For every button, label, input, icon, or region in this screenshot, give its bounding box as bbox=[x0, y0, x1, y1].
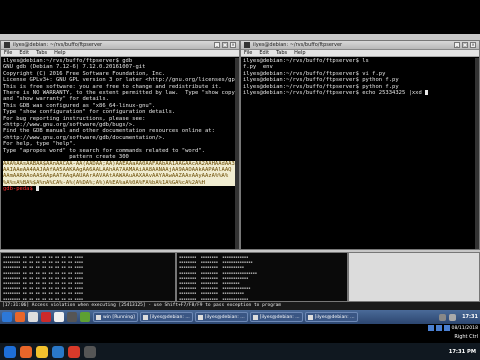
menu-file[interactable]: File bbox=[244, 50, 252, 56]
window-icon bbox=[307, 314, 313, 320]
editor-icon[interactable] bbox=[80, 312, 90, 322]
app-icon[interactable] bbox=[84, 345, 96, 358]
debugger-status-bar: [17:31:06] Access violation when executi… bbox=[0, 302, 480, 310]
stack-lines: ▪▪▪▪▪▪▪▪ ▪▪▪▪▪▪▪▪ ▪▪▪▪▪▪▪▪▪▪▪▪ ▪▪▪▪▪▪▪▪ … bbox=[179, 255, 257, 301]
network-icon[interactable] bbox=[439, 313, 447, 321]
menu-tabs[interactable]: Tabs bbox=[36, 50, 47, 56]
system-tray: 17:31 bbox=[439, 313, 478, 321]
vm-disk-icon bbox=[427, 325, 434, 331]
terminal-icon bbox=[4, 42, 10, 48]
minimize-button[interactable]: _ bbox=[214, 42, 220, 48]
vm-network-icon bbox=[435, 325, 442, 331]
terminal-left[interactable]: ilyes@debian: ~/rvs/buffo/ftpserver _ □ … bbox=[0, 40, 240, 250]
terminal-scrollbar[interactable] bbox=[235, 58, 239, 249]
host-key-label: Right Ctrl bbox=[454, 334, 478, 340]
windows-start-icon[interactable] bbox=[4, 345, 16, 358]
window-title: ilyes@debian: ~/rvs/buffo/ftpserver bbox=[253, 42, 343, 48]
app-icon[interactable] bbox=[41, 312, 51, 322]
menu-bar: File Edit Tabs Help bbox=[1, 50, 239, 57]
vm-status-tray: 08/11/2018 bbox=[427, 325, 478, 331]
taskbar-item[interactable]: [ilyes@debian: ... bbox=[139, 312, 193, 322]
app-icon[interactable] bbox=[68, 345, 80, 358]
window-title: ilyes@debian: ~/rvs/buffo/ftpserver bbox=[13, 42, 103, 48]
menu-edit[interactable]: Edit bbox=[259, 50, 269, 56]
menu-bar: File Edit Tabs Help bbox=[241, 50, 479, 57]
taskbar-item[interactable]: [ilyes@debian: ... bbox=[249, 312, 303, 322]
text-cursor bbox=[425, 90, 429, 96]
terminal-command: ilyes@debian:~/rvs/buffo/ftpserver$ echo… bbox=[243, 90, 426, 97]
maximize-button[interactable]: □ bbox=[462, 42, 468, 48]
vm-screen: ilyes@debian: ~/rvs/buffo/ftpserver _ □ … bbox=[0, 34, 480, 324]
vm-usb-icon bbox=[443, 325, 450, 331]
terminal-icon bbox=[244, 42, 250, 48]
taskbar-item[interactable]: win [Running] bbox=[93, 312, 138, 322]
debugger-stack-panel[interactable]: ▪▪▪▪▪▪▪▪ ▪▪▪▪▪▪▪▪ ▪▪▪▪▪▪▪▪▪▪▪▪ ▪▪▪▪▪▪▪▪ … bbox=[176, 252, 348, 302]
settings-icon[interactable] bbox=[54, 312, 64, 322]
terminal-line: License GPLv3+: GNU GPL version 3 or lat… bbox=[3, 77, 239, 84]
terminal-line[interactable]: ilyes@debian:~/rvs/buffo/ftpserver$ echo… bbox=[243, 90, 477, 96]
terminal-launcher-icon[interactable] bbox=[67, 312, 77, 322]
menu-tabs[interactable]: Tabs bbox=[276, 50, 287, 56]
window-icon bbox=[197, 314, 203, 320]
vm-taskbar: win [Running] [ilyes@debian: ... [ilyes@… bbox=[0, 310, 480, 324]
files-icon[interactable] bbox=[28, 312, 38, 322]
debugger-empty-panel[interactable] bbox=[348, 252, 480, 302]
menu-file[interactable]: File bbox=[4, 50, 12, 56]
terminal-right[interactable]: ilyes@debian: ~/rvs/buffo/ftpserver _ □ … bbox=[240, 40, 480, 250]
volume-icon[interactable] bbox=[449, 313, 457, 321]
gdb-prompt: gdb-peda$ bbox=[3, 186, 37, 193]
firefox-icon[interactable] bbox=[20, 345, 32, 358]
gdb-prompt-line[interactable]: gdb-peda$ bbox=[3, 186, 237, 192]
terminal-scrollbar[interactable] bbox=[475, 58, 479, 249]
window-icon bbox=[252, 314, 258, 320]
window-icon bbox=[96, 314, 101, 320]
letterbox-top bbox=[0, 0, 480, 34]
folder-icon[interactable] bbox=[36, 345, 48, 358]
disassembly-lines: ▪▪▪▪▪▪▪▪ ▪▪ ▪▪ ▪▪ ▪▪ ▪▪ ▪▪ ▪▪ ▪▪ ▪▪▪▪ ▪▪… bbox=[3, 255, 84, 301]
maximize-button[interactable]: □ bbox=[222, 42, 228, 48]
terminal-right-titlebar[interactable]: ilyes@debian: ~/rvs/buffo/ftpserver _ □ … bbox=[241, 41, 479, 50]
taskbar-item[interactable]: [ilyes@debian: ... bbox=[304, 312, 358, 322]
payload-line: AAA%AAsAABAA$AAnAACAA-AA(AADAA;AA)AAEAAa… bbox=[3, 160, 237, 167]
firefox-icon[interactable] bbox=[15, 312, 25, 322]
host-taskbar: 17:31 PM bbox=[0, 343, 480, 360]
close-button[interactable]: × bbox=[230, 42, 236, 48]
virtualbox-icon[interactable] bbox=[52, 345, 64, 358]
start-menu-icon[interactable] bbox=[2, 312, 12, 322]
menu-help[interactable]: Help bbox=[54, 50, 65, 56]
text-cursor bbox=[36, 186, 40, 192]
menu-help[interactable]: Help bbox=[294, 50, 305, 56]
host-clock[interactable]: 17:31 PM bbox=[449, 349, 476, 355]
terminal-line: Find the GDB manual and other documentat… bbox=[3, 128, 215, 135]
close-button[interactable]: × bbox=[470, 42, 476, 48]
taskbar-clock[interactable]: 17:31 bbox=[462, 314, 478, 320]
menu-edit[interactable]: Edit bbox=[19, 50, 29, 56]
taskbar-item[interactable]: [ilyes@debian: ... bbox=[194, 312, 248, 322]
window-icon bbox=[142, 314, 148, 320]
debugger-disassembly-panel[interactable]: ▪▪▪▪▪▪▪▪ ▪▪ ▪▪ ▪▪ ▪▪ ▪▪ ▪▪ ▪▪ ▪▪ ▪▪▪▪ ▪▪… bbox=[0, 252, 176, 302]
terminal-left-titlebar[interactable]: ilyes@debian: ~/rvs/buffo/ftpserver _ □ … bbox=[1, 41, 239, 50]
letterbox-bottom: 08/11/2018 Right Ctrl 17:31 PM bbox=[0, 324, 480, 360]
minimize-button[interactable]: _ bbox=[454, 42, 460, 48]
payload-line: AAmAARAAoAASAApAATAAqAAUAArAAVAAtAAWAAuA… bbox=[3, 173, 237, 180]
terminal-output[interactable]: ilyes@debian:~/rvs/buffo/ftpserver$ ls f.… bbox=[241, 57, 479, 97]
terminal-output[interactable]: ilyes@debian:~/rvs/buffo/ftpserver$ gdb G… bbox=[1, 57, 239, 194]
vm-date: 08/11/2018 bbox=[451, 325, 478, 331]
